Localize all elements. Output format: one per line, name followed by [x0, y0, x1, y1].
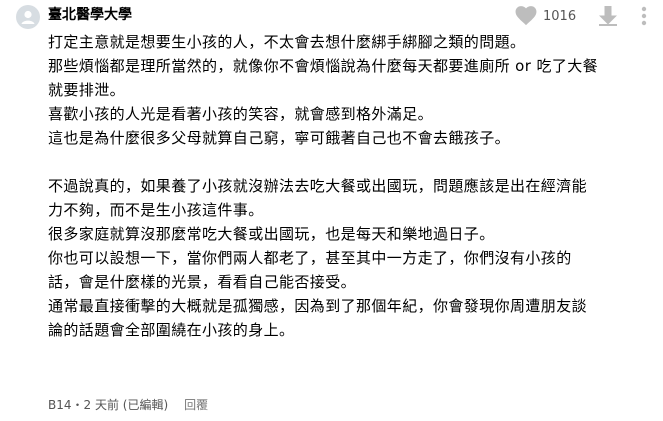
- like-button[interactable]: [511, 1, 541, 31]
- avatar[interactable]: [16, 5, 40, 29]
- comment-line: 不過說真的，如果養了小孩就沒辦法去吃大餐或出國玩，問題應該是出在經濟能: [48, 177, 588, 195]
- author-name[interactable]: 臺北醫學大學: [48, 5, 132, 25]
- comment-line: 你也可以設想一下，當你們兩人都老了，甚至其中一方走了，你們沒有小孩的: [48, 249, 572, 267]
- more-vertical-icon: [641, 6, 647, 26]
- arrow-down-icon: [599, 6, 617, 26]
- comment-meta: B14・2 天前 (已編輯): [48, 398, 169, 412]
- comment-line: 喜歡小孩的人光是看著小孩的笑容，就會感到格外滿足。: [48, 105, 434, 123]
- dislike-button[interactable]: [593, 1, 623, 31]
- comment-line: 很多家庭就算沒那麼常吃大餐或出國玩，也是每天和樂地過日子。: [48, 225, 495, 243]
- comment-line: 力不夠，而不是生小孩這件事。: [48, 201, 264, 219]
- heart-icon: [515, 6, 537, 26]
- more-options-button[interactable]: [633, 1, 655, 31]
- comment-footer: B14・2 天前 (已編輯) 回覆: [48, 396, 208, 414]
- comment-body: 打定主意就是想要生小孩的人，不太會去想什麼綁手綁腳之類的問題。 那些煩惱都是理所…: [48, 30, 648, 342]
- comment-line: 打定主意就是想要生小孩的人，不太會去想什麼綁手綁腳之類的問題。: [48, 33, 526, 51]
- reply-button[interactable]: 回覆: [184, 396, 208, 414]
- avatar-icon: [21, 10, 35, 24]
- comment-line: 這也是為什麼很多父母就算自己窮，寧可餓著自己也不會去餓孩子。: [48, 129, 511, 147]
- comment-line: 那些煩惱都是理所當然的，就像你不會煩惱說為什麼每天都要進廁所 or 吃了大餐: [48, 57, 599, 75]
- comment-line: 就要排泄。: [48, 81, 126, 99]
- comment-line: 通常最直接衝擊的大概就是孤獨感，因為到了那個年紀，你會發現你周遭朋友談: [48, 297, 588, 315]
- comment-line: 話，會是什麼樣的光景，看看自己能否接受。: [48, 273, 357, 291]
- comment-actions: 1016: [511, 0, 655, 32]
- comment-line: 論的話題會全部圍繞在小孩的身上。: [48, 321, 295, 339]
- like-count: 1016: [543, 8, 577, 24]
